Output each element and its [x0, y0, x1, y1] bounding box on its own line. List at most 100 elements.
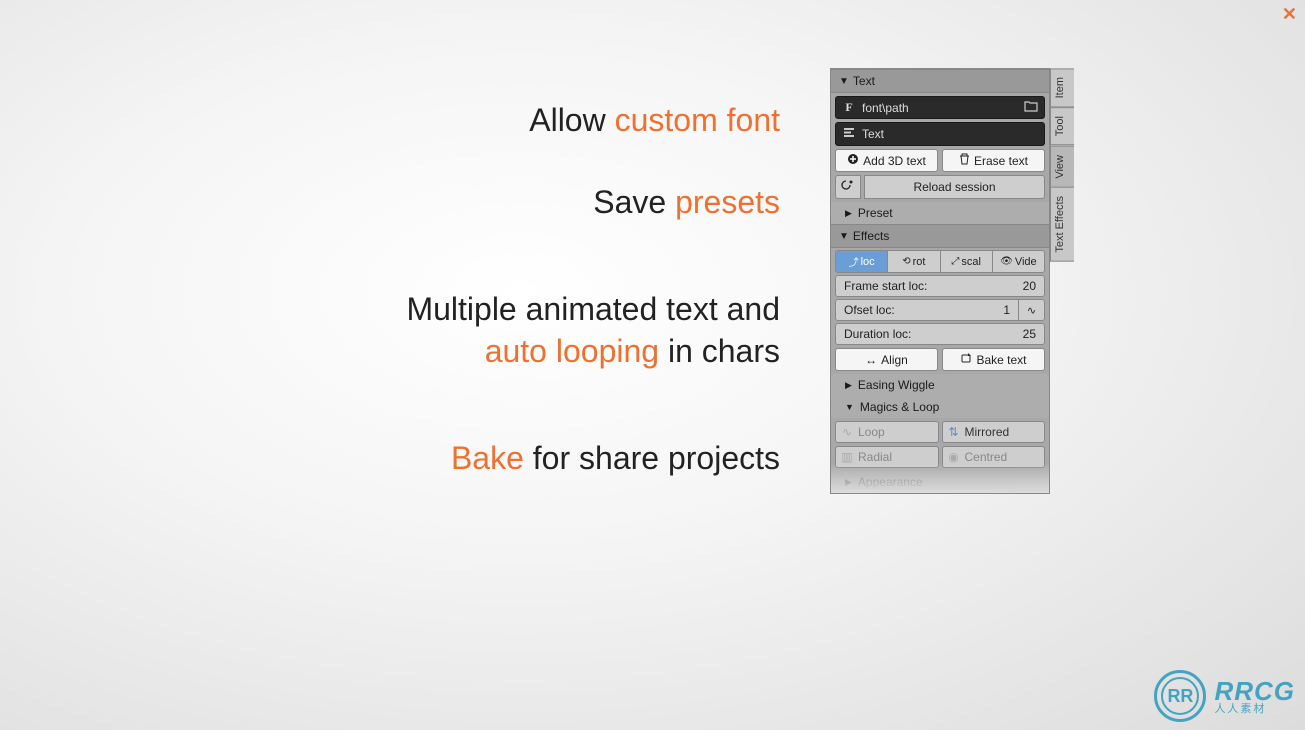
align-button[interactable]: ↔ Align	[835, 348, 938, 371]
label: Centred	[965, 450, 1008, 464]
value: 20	[1023, 279, 1036, 293]
label: Magics & Loop	[860, 400, 939, 414]
mirrored-toggle[interactable]: ⇅ Mirrored	[942, 421, 1046, 443]
feature-line-3: Multiple animated text and auto looping …	[406, 263, 780, 372]
feature-line-2: Save presets	[593, 182, 780, 224]
appearance-item[interactable]: ▶ Appearance	[831, 471, 1049, 493]
section-title: Text	[853, 74, 875, 88]
font-icon: F	[842, 100, 856, 115]
spiral-icon: ◉	[947, 450, 961, 464]
close-x[interactable]: ✕	[1282, 4, 1297, 25]
text-input[interactable]: Text	[835, 122, 1045, 146]
tab-rot[interactable]: ⟲rot	[888, 251, 940, 272]
bake-icon	[960, 352, 972, 367]
magics-toggle-grid: ∿ Loop ⇅ Mirrored ▥ Radial ◉ Centred	[835, 421, 1045, 468]
align-icon: ↔	[865, 353, 877, 367]
text: Allow	[529, 102, 614, 138]
magics-loop-item[interactable]: ▼ Magics & Loop	[831, 396, 1049, 418]
erase-text-button[interactable]: Erase text	[942, 149, 1045, 172]
label: Easing Wiggle	[858, 378, 935, 392]
highlight: auto looping	[485, 333, 659, 369]
label: Radial	[858, 450, 892, 464]
trash-icon	[959, 153, 970, 168]
label: Preset	[858, 206, 893, 220]
watermark-subtitle: 人人素材	[1214, 704, 1295, 715]
preset-item[interactable]: ▶ Preset	[831, 202, 1049, 224]
feature-text: Allow custom font Save presets Multiple …	[0, 100, 780, 480]
font-path-input[interactable]: F font\path	[835, 96, 1045, 119]
vtab-text-effects[interactable]: Text Effects	[1050, 187, 1074, 262]
label: Erase text	[974, 154, 1028, 168]
curve-icon: ∿	[1027, 304, 1036, 317]
vtab-view[interactable]: View	[1050, 146, 1074, 188]
centred-toggle[interactable]: ◉ Centred	[942, 446, 1046, 468]
radial-toggle[interactable]: ▥ Radial	[835, 446, 939, 468]
feature-line-4: Bake for share projects	[451, 412, 780, 480]
label: loc	[861, 256, 875, 268]
label: rot	[913, 256, 926, 268]
font-path-value: font\path	[862, 101, 909, 115]
chevron-down-icon: ▼	[845, 402, 854, 412]
sidebar-panel: ▼ Text F font\path Text	[830, 68, 1050, 494]
tab-scal[interactable]: ⤢scal	[941, 251, 993, 272]
label: Bake text	[976, 353, 1026, 367]
loc-icon: ⤴	[849, 254, 859, 269]
text: for share projects	[524, 440, 780, 476]
wave-icon: ∿	[840, 425, 854, 439]
watermark: RR RRCG 人人素材	[1154, 670, 1295, 722]
value: 25	[1023, 327, 1036, 341]
highlight: custom font	[615, 102, 780, 138]
radial-icon: ▥	[840, 450, 854, 464]
text-value: Text	[862, 127, 884, 141]
label: Loop	[858, 425, 885, 439]
value: 1	[1003, 303, 1010, 317]
label: Mirrored	[965, 425, 1010, 439]
label: Duration loc:	[844, 327, 911, 341]
text: in chars	[659, 333, 780, 369]
offset-loc-field[interactable]: Ofset loc:1 ∿	[835, 299, 1045, 321]
text: Multiple animated text and	[406, 291, 780, 327]
vtab-item[interactable]: Item	[1050, 68, 1074, 107]
rot-icon: ⟲	[902, 256, 910, 267]
transform-tabs: ⤴loc ⟲rot ⤢scal 👁Vide	[835, 250, 1045, 273]
reload-session-button[interactable]: Reload session	[864, 175, 1045, 199]
tab-loc[interactable]: ⤴loc	[836, 251, 888, 272]
text-icon	[842, 126, 856, 142]
section-title: Effects	[853, 229, 889, 243]
easing-wiggle-item[interactable]: ▶ Easing Wiggle	[831, 374, 1049, 396]
frame-start-loc-field[interactable]: Frame start loc: 20	[835, 275, 1045, 297]
label: scal	[961, 256, 981, 268]
feature-line-1: Allow custom font	[529, 100, 780, 142]
chevron-down-icon: ▼	[839, 76, 849, 87]
highlight: presets	[675, 184, 780, 220]
reload-icon	[841, 179, 855, 196]
curve-icon-button[interactable]: ∿	[1018, 300, 1044, 320]
tab-vide[interactable]: 👁Vide	[993, 251, 1044, 272]
plus-circle-icon	[847, 153, 859, 168]
chevron-right-icon: ▶	[845, 477, 852, 488]
label: Add 3D text	[863, 154, 926, 168]
watermark-badge: RR	[1154, 670, 1206, 722]
watermark-title: RRCG	[1214, 678, 1295, 704]
chevron-right-icon: ▶	[845, 208, 852, 219]
section-header-effects[interactable]: ▼ Effects	[831, 224, 1049, 248]
label: Vide	[1015, 256, 1037, 268]
reload-icon-button[interactable]	[835, 175, 861, 199]
label: Appearance	[858, 475, 923, 489]
folder-icon[interactable]	[1024, 100, 1038, 115]
chevron-right-icon: ▶	[845, 380, 852, 391]
scale-icon: ⤢	[951, 256, 959, 267]
label: Frame start loc:	[844, 279, 927, 293]
chevron-down-icon: ▼	[839, 231, 849, 242]
vtab-tool[interactable]: Tool	[1050, 107, 1074, 145]
section-header-text[interactable]: ▼ Text	[831, 69, 1049, 93]
mirror-icon: ⇅	[947, 425, 961, 439]
text: Save	[593, 184, 675, 220]
label: Align	[881, 353, 908, 367]
highlight: Bake	[451, 440, 524, 476]
loop-toggle[interactable]: ∿ Loop	[835, 421, 939, 443]
bake-text-button[interactable]: Bake text	[942, 348, 1045, 371]
add-3d-text-button[interactable]: Add 3D text	[835, 149, 938, 172]
duration-loc-field[interactable]: Duration loc: 25	[835, 323, 1045, 345]
eye-icon: 👁	[1000, 256, 1013, 267]
